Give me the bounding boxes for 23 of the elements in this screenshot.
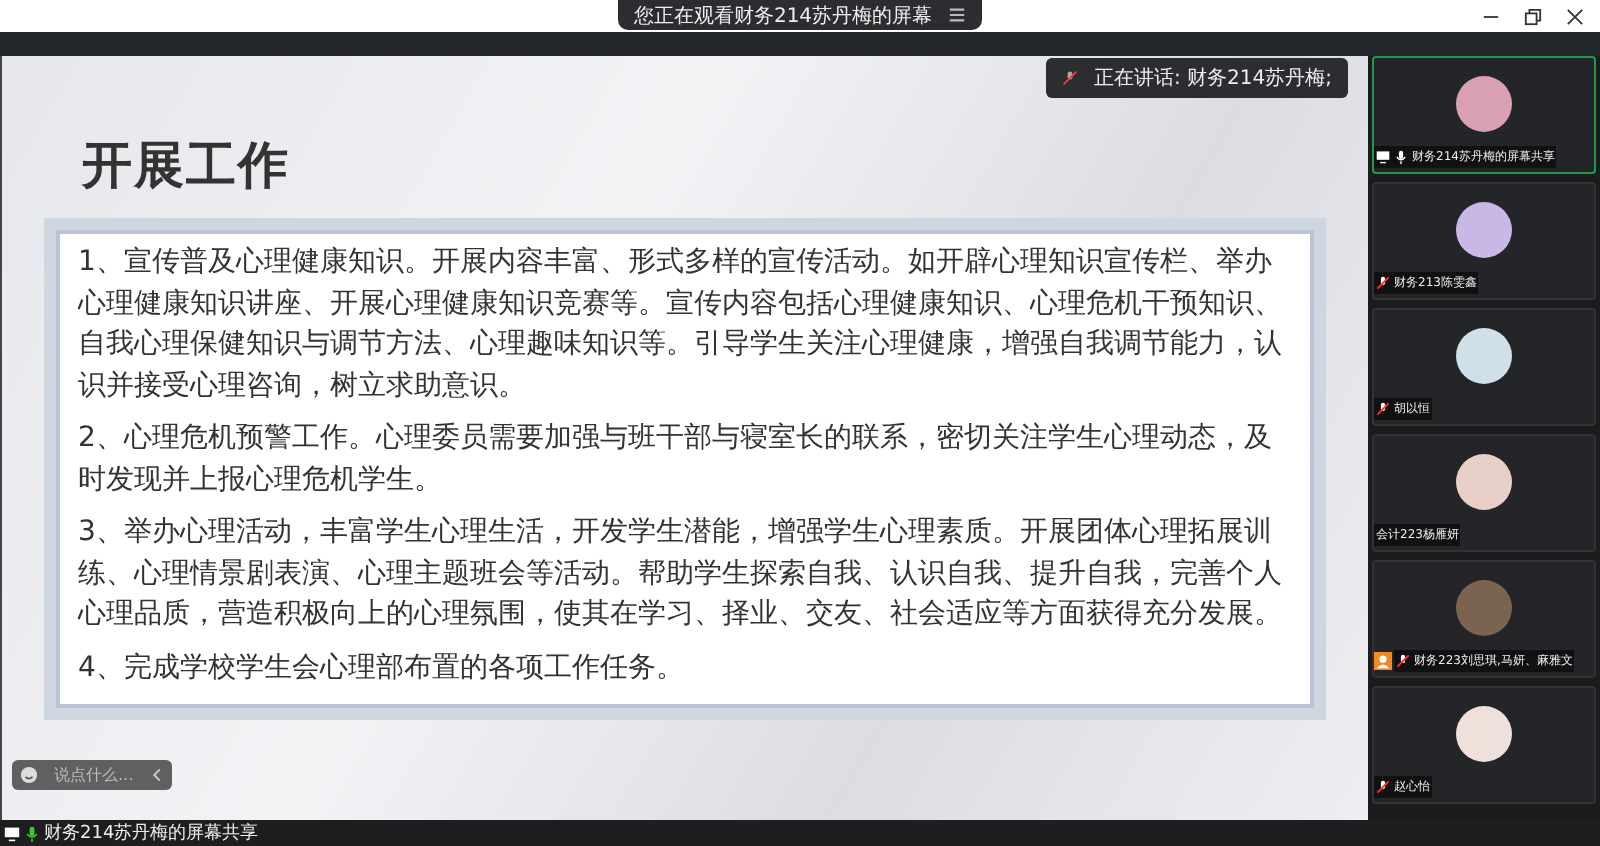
paragraph: 4、完成学校学生会心理部布置的各项工作任务。 [78,649,686,687]
avatar-photo-placeholder [1456,706,1512,762]
mic-icon [24,825,40,841]
restore-icon[interactable] [1524,8,1542,26]
muted-mic-icon [1061,70,1078,86]
paragraph: 3、举办心理活动，丰富学生心理生活，开发学生潜能，增强学生心理素质。开展团体心理拓展训练、心理情景剧表演、心理主题班会等活动。帮助学生探索自我、认识自我、提升自我，完善个人心理品质，营造积极向上的心理氛围，使其在学习、择业、交友、社会适应等方面获得充分发展。 [78,514,1284,634]
slide-title: 开展工作 [82,134,292,198]
list-icon[interactable] [948,6,967,24]
avatar-photo-placeholder [1456,328,1512,384]
banner-text: 您正在观看财务214苏丹梅的屏幕 [633,3,933,29]
chat-placeholder: 说点什么... [54,764,134,786]
speaker-text: 正在讲话: 财务214苏丹梅; [1093,65,1332,92]
avatar-photo-placeholder [1456,454,1512,510]
share-label: 财务214苏丹梅的屏幕共享 [44,821,259,846]
collapse-icon[interactable] [149,768,164,782]
avatar-photo-placeholder [1456,76,1512,132]
paragraph: 2、心理危机预警工作。心理委员需要加强与班干部与寝室长的联系，密切关注学生心理动态，及时发现并上报心理危机学生。 [78,420,1274,499]
smiley-icon[interactable] [20,766,38,784]
avatar-photo-placeholder [1456,202,1512,258]
paragraph: 1、宣传普及心理健康知识。开展内容丰富、形式多样的宣传活动。如开辟心理知识宣传栏、举办心理健康知识讲座、开展心理健康知识竞赛等。宣传内容包括心理健康知识、心理危机干预知识、自我心理保健知识与调节方法、心理趣味知识等。引导学生关注心理健康，增强自我调节能力，认识并接受心理咨询，树立求助意识。 [78,244,1284,405]
screen-icon [4,825,20,841]
close-icon[interactable] [1566,8,1584,26]
avatar-photo-placeholder [1456,580,1512,636]
